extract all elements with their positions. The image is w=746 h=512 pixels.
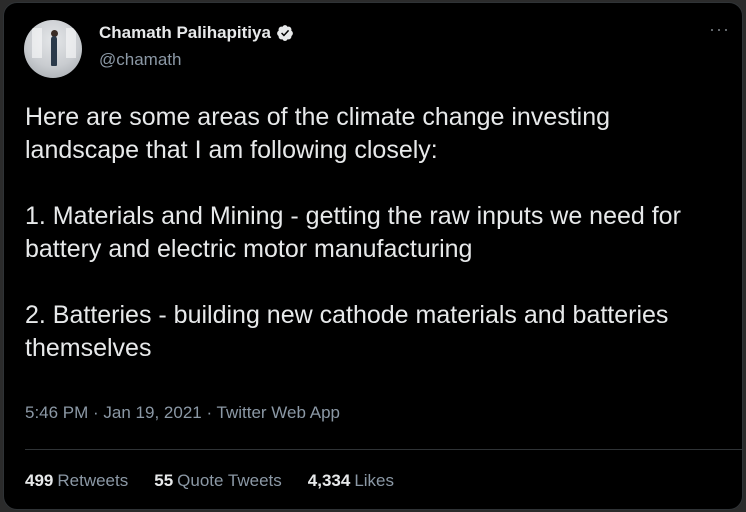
likes-label: Likes: [354, 471, 394, 490]
quote-tweets-label: Quote Tweets: [177, 471, 282, 490]
tweet-card: Chamath Palihapitiya @chamath ··· Here a…: [3, 2, 743, 510]
verified-badge-icon: [277, 25, 293, 41]
divider: [25, 449, 742, 450]
tweet-paragraph: Here are some areas of the climate chang…: [25, 103, 611, 164]
tweet-paragraph: 2. Batteries - building new cathode mate…: [25, 301, 669, 362]
more-options-icon[interactable]: ···: [709, 19, 730, 40]
retweets-stat[interactable]: 499 Retweets: [25, 471, 128, 491]
avatar-background-window: [32, 28, 42, 58]
avatar-figure-body: [51, 36, 57, 66]
author-display-name[interactable]: Chamath Palihapitiya: [99, 23, 271, 43]
author-handle[interactable]: @chamath: [99, 50, 181, 70]
retweets-label: Retweets: [57, 471, 129, 490]
retweets-count: 499: [25, 471, 54, 490]
likes-count: 4,334: [307, 471, 351, 490]
quote-tweets-stat[interactable]: 55 Quote Tweets: [154, 471, 282, 491]
tweet-paragraph: 1. Materials and Mining - getting the ra…: [25, 202, 681, 263]
quote-tweets-count: 55: [154, 471, 174, 490]
avatar[interactable]: [24, 20, 82, 78]
tweet-timestamp-source[interactable]: 5:46 PM · Jan 19, 2021 · Twitter Web App: [25, 403, 340, 423]
tweet-text: Here are some areas of the climate chang…: [25, 101, 730, 398]
likes-stat[interactable]: 4,334 Likes: [308, 471, 394, 491]
engagement-stats: 499 Retweets 55 Quote Tweets 4,334 Likes: [25, 471, 420, 491]
avatar-background-window: [66, 28, 76, 58]
author-name-row: Chamath Palihapitiya: [99, 23, 294, 43]
